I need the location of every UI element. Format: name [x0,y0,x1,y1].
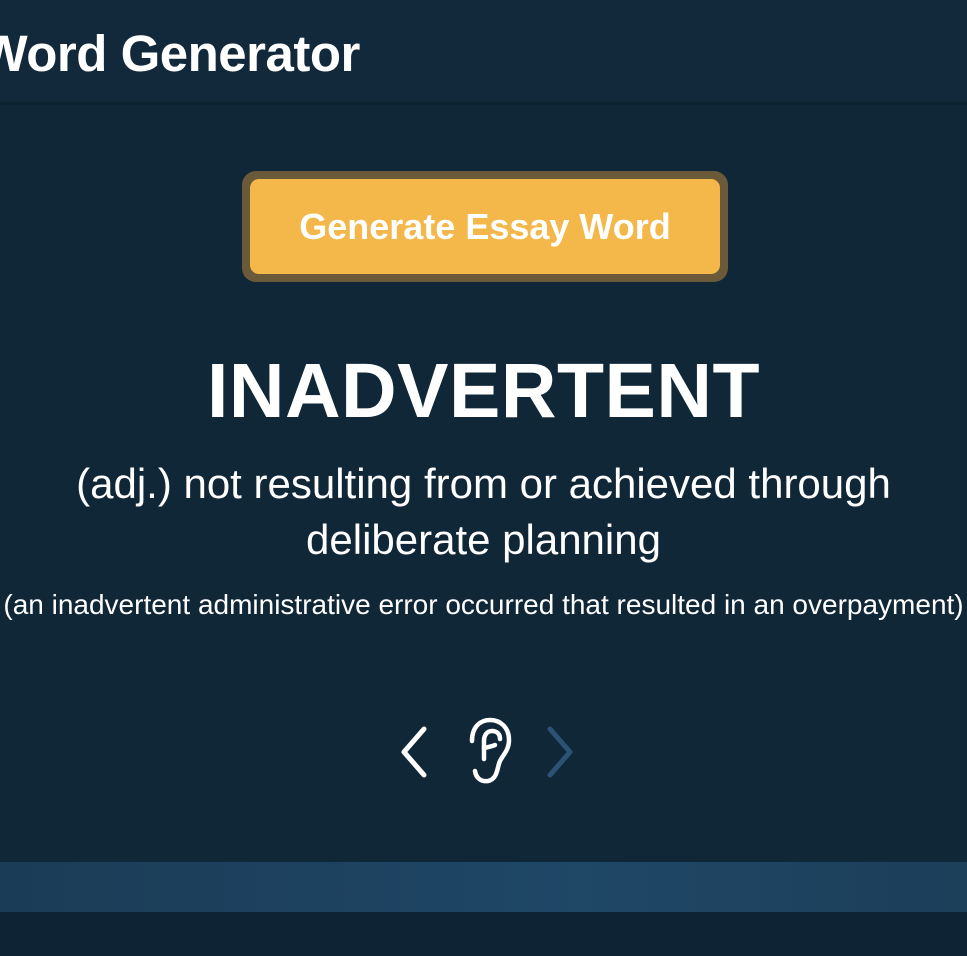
next-word-button[interactable] [540,723,584,781]
word-example: (an inadvertent administrative error occ… [3,589,964,620]
footer-bottom [0,912,967,956]
previous-word-button[interactable] [390,723,434,781]
word-definition: (adj.) not resulting from or achieved th… [76,460,891,563]
page-title: y Word Generator [0,25,360,82]
footer-band [0,862,967,912]
word-heading: INADVERTENT [206,348,761,434]
chevron-left-icon [401,726,427,778]
header-bar: y Word Generator [0,0,967,105]
generate-button-frame: Generate Essay Word [242,171,728,282]
chevron-right-icon [547,726,573,778]
ear-icon [469,717,512,784]
word-navigation [380,715,590,787]
generate-essay-word-button[interactable]: Generate Essay Word [250,179,720,274]
listen-pronunciation-button[interactable] [462,715,514,787]
